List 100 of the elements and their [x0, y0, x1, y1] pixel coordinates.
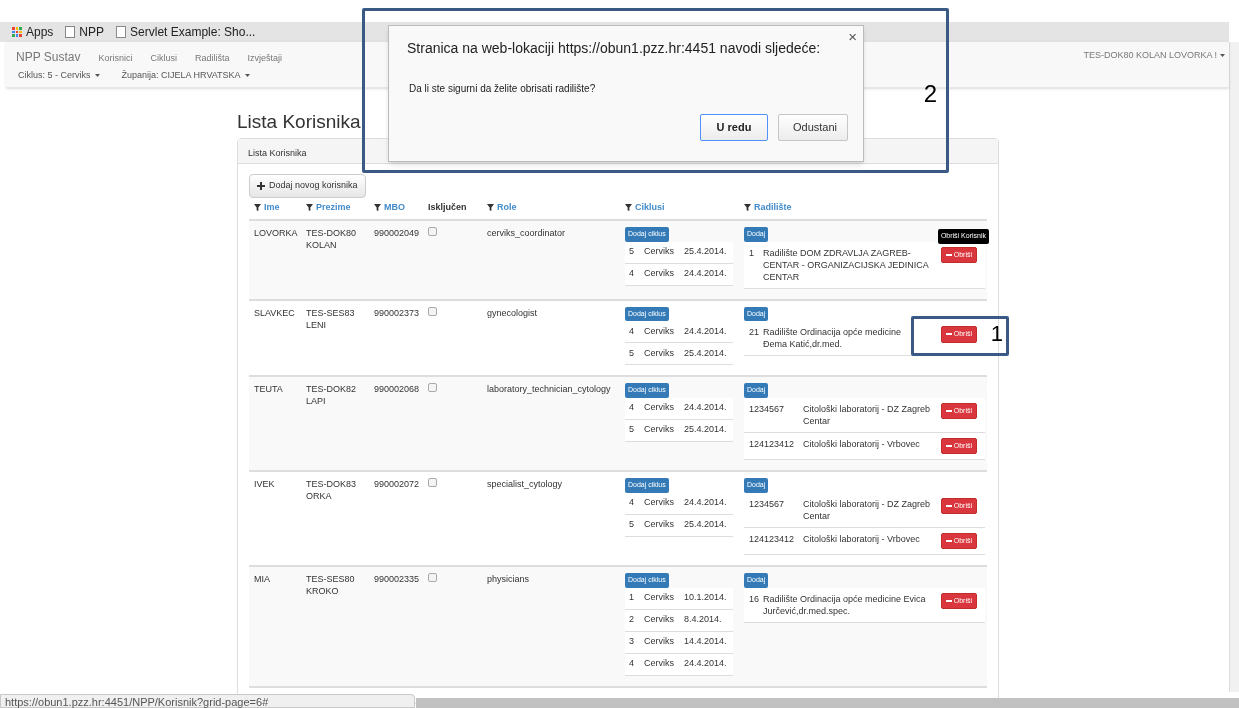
cycle-date: 8.4.2014. — [684, 613, 722, 627]
nav-link[interactable]: Radilišta — [195, 52, 230, 66]
column-sort-link[interactable]: MBO — [384, 200, 405, 214]
column-sort-link[interactable]: Role — [497, 200, 517, 214]
dialog-button[interactable]: U redu — [700, 114, 768, 141]
cycle-number: 5 — [629, 245, 635, 259]
bookmark-link[interactable]: Servlet Example: Sho... — [130, 23, 256, 41]
cycle-name: Cerviks — [644, 267, 675, 281]
site-name: Citološki laboratorij - Vrbovec — [803, 532, 921, 545]
table-cell-text: specialist_cytology — [487, 478, 564, 491]
brand-link[interactable]: NPP Sustav — [16, 48, 81, 66]
horizontal-scrollbar[interactable] — [416, 698, 1239, 708]
column-sort-link[interactable]: Ciklusi — [635, 200, 665, 214]
site-name: Radilište Ordinacija opće medicine Đema Katić,dr.med. — [763, 326, 903, 350]
minus-icon — [945, 333, 952, 336]
bookmark-link[interactable]: Apps — [26, 23, 54, 41]
site-code: 124123412 — [749, 437, 796, 451]
minus-icon — [945, 409, 952, 412]
dialog-button[interactable]: Odustani — [778, 114, 848, 141]
table-cell-text: TES-DOK83 ORKA — [306, 478, 357, 503]
site-name: Citološki laboratorij - DZ Zagreb Centar — [803, 497, 932, 522]
cycle-date: 24.4.2014. — [684, 324, 727, 338]
site-name: Citološki laboratorij - DZ Zagreb Centar — [803, 402, 932, 427]
cycle-name: Cerviks — [644, 635, 675, 649]
filter-icon[interactable] — [254, 203, 261, 211]
column-sort-link[interactable]: Radilište — [754, 200, 792, 214]
site-code: 1234567 — [749, 497, 786, 511]
table-cell-text: 990002373 — [374, 306, 421, 320]
cycle-date: 24.4.2014. — [684, 657, 727, 671]
table-cell-text: TES-SES83 LENI — [306, 306, 356, 332]
nav-link[interactable]: Korisnici — [98, 52, 133, 66]
cycle-name: Cerviks — [644, 613, 675, 627]
filter-icon[interactable] — [625, 203, 632, 211]
cycle-number: 3 — [629, 635, 635, 649]
table-cell-text: MIA — [254, 573, 271, 586]
site-name: Radilište DOM ZDRAVLJA ZAGREB-CENTAR - ORGANIZACIJSKA JEDINICA CENTAR — [763, 246, 930, 283]
apps-icon[interactable] — [12, 27, 22, 37]
site-code: 1 — [749, 246, 755, 260]
checkbox[interactable] — [428, 306, 437, 316]
cycle-number: 5 — [629, 423, 635, 437]
checkbox[interactable] — [428, 573, 437, 582]
checkbox[interactable] — [428, 478, 437, 487]
table-cell-text: TES-SES80 KROKO — [306, 573, 356, 598]
table-cell-text: LOVORKA — [254, 227, 299, 240]
cycle-date: 24.4.2014. — [684, 496, 727, 510]
table-cell-text: laboratory_technician_cytology — [487, 383, 612, 396]
bookmark-link[interactable]: NPP — [79, 23, 105, 41]
filter-icon[interactable] — [306, 203, 313, 211]
cycle-number: 1 — [629, 591, 635, 605]
table-cell-text: 990002068 — [374, 383, 421, 396]
dropdown[interactable]: Županija: CIJELA HRVATSKA — [121, 69, 250, 83]
cycle-number: 4 — [629, 401, 635, 415]
cycle-name: Cerviks — [644, 496, 675, 510]
filter-icon[interactable] — [374, 203, 381, 211]
cycle-name: Cerviks — [644, 245, 675, 259]
caret-icon — [1220, 54, 1225, 58]
column-sort-link[interactable]: Prezime — [316, 200, 351, 214]
plus-icon — [257, 181, 265, 190]
annotation-number: 1 — [990, 320, 1003, 348]
page-icon[interactable] — [65, 26, 76, 38]
cycle-number: 4 — [629, 496, 635, 510]
minus-icon — [945, 444, 952, 447]
column-sort-link[interactable]: Ime — [264, 200, 280, 214]
site-code: 124123412 — [749, 532, 796, 546]
close-button[interactable]: × — [846, 26, 859, 49]
cycle-number: 4 — [629, 267, 635, 281]
caret-icon — [244, 74, 250, 78]
minus-icon — [945, 253, 952, 256]
cycle-date: 25.4.2014. — [684, 346, 727, 360]
dialog-message: Da li ste sigurni da želite obrisati radilište? — [409, 82, 596, 96]
site-code: 21 — [749, 326, 760, 339]
site-name: Citološki laboratorij - Vrbovec — [803, 437, 921, 450]
checkbox[interactable] — [428, 383, 437, 392]
cycle-date: 24.4.2014. — [684, 401, 727, 415]
checkbox[interactable] — [428, 227, 437, 236]
cycle-date: 10.1.2014. — [684, 591, 727, 605]
site-name: Radilište Ordinacija opće medicine Evica Jurčević,dr.med.spec. — [763, 592, 927, 617]
table-cell-text: 990002072 — [374, 478, 421, 491]
filter-icon[interactable] — [744, 203, 751, 211]
vertical-scrollbar[interactable] — [1229, 42, 1239, 692]
page-icon[interactable] — [116, 26, 127, 38]
add-user-button[interactable]: Dodaj novog korisnika — [249, 174, 366, 198]
annotation-number: 2 — [923, 79, 937, 109]
table-cell-text: 990002049 — [374, 227, 421, 240]
cycle-name: Cerviks — [644, 346, 675, 360]
nav-link[interactable]: Ciklusi — [150, 52, 177, 66]
nav-link[interactable]: Izvještaji — [247, 52, 283, 66]
table-cell-text: cerviks_coordinator — [487, 227, 567, 240]
cycle-number: 5 — [629, 518, 635, 532]
filter-icon[interactable] — [487, 203, 494, 211]
minus-icon — [945, 599, 952, 602]
table-cell-text: gynecologist — [487, 306, 539, 320]
user-menu[interactable]: TES-DOK80 KOLAN LOVORKA ! — [1083, 49, 1225, 63]
cycle-name: Cerviks — [644, 657, 675, 671]
dropdown[interactable]: Ciklus: 5 - Cerviks — [18, 69, 100, 83]
cycle-number: 5 — [629, 346, 635, 360]
column-header: Isključen — [428, 200, 467, 214]
site-code: 16 — [749, 592, 760, 606]
cycle-date: 14.4.2014. — [684, 635, 727, 649]
dialog-title: Stranica na web-lokaciji https://obun1.pzz.hr:4451 navodi sljedeće: — [407, 39, 821, 58]
